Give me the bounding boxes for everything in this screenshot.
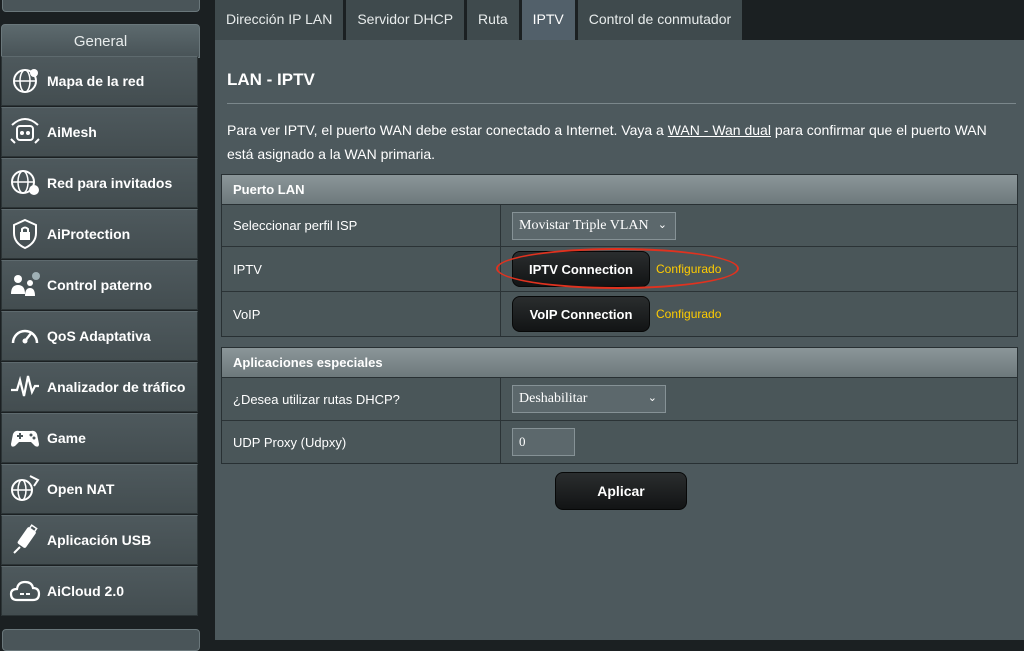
aimesh-icon xyxy=(10,118,40,144)
sidebar-top-panel xyxy=(2,0,200,12)
parental-control-icon xyxy=(11,272,40,296)
iptv-row: IPTV IPTV Connection Configurado xyxy=(222,246,1017,291)
dhcp-routes-select[interactable]: Deshabilitar ⌄ xyxy=(512,385,666,413)
sidebar-item-network-map[interactable]: Mapa de la red xyxy=(1,56,198,106)
description-text: Para ver IPTV, el puerto WAN debe estar … xyxy=(227,122,668,138)
sidebar-bottom-panel xyxy=(2,629,200,651)
tab-lan-ip[interactable]: Dirección IP LAN xyxy=(215,0,344,40)
page-description: Para ver IPTV, el puerto WAN debe estar … xyxy=(227,118,1017,166)
sidebar-menu: Mapa de la red AiMesh Red para invitados… xyxy=(1,56,198,617)
sidebar-item-label: AiProtection xyxy=(47,226,131,242)
sidebar-item-label: Red para invitados xyxy=(47,175,173,191)
sidebar-item-traffic-analyzer[interactable]: Analizador de tráfico xyxy=(1,362,198,412)
sidebar-item-usb-application[interactable]: Aplicación USB xyxy=(1,515,198,565)
dhcp-routes-value: Deshabilitar xyxy=(519,391,588,406)
isp-profile-label: Seleccionar perfil ISP xyxy=(222,205,501,246)
sidebar-item-aimesh[interactable]: AiMesh xyxy=(1,107,198,157)
shield-lock-icon xyxy=(13,218,37,250)
wan-dual-link[interactable]: WAN - Wan dual xyxy=(668,122,771,138)
main-panel: LAN - IPTV Para ver IPTV, el puerto WAN … xyxy=(215,40,1024,640)
isp-profile-row: Seleccionar perfil ISP Movistar Triple V… xyxy=(222,205,1017,246)
sidebar-item-label: Control paterno xyxy=(47,277,152,293)
sidebar-item-label: Game xyxy=(47,430,86,446)
guest-network-icon xyxy=(11,170,39,195)
isp-profile-select[interactable]: Movistar Triple VLAN ⌄ xyxy=(512,211,676,240)
network-map-icon xyxy=(13,69,38,93)
sidebar-item-label: Analizador de tráfico xyxy=(47,379,186,395)
sidebar-item-label: Mapa de la red xyxy=(47,73,145,89)
sidebar-item-label: Aplicación USB xyxy=(47,532,152,548)
tab-dhcp-server[interactable]: Servidor DHCP xyxy=(346,0,465,40)
chevron-down-icon: ⌄ xyxy=(647,391,657,404)
iptv-status: Configurado xyxy=(656,262,722,276)
sidebar-item-label: AiMesh xyxy=(47,124,97,140)
sidebar-item-aiprotection[interactable]: AiProtection xyxy=(1,209,198,259)
tab-route[interactable]: Ruta xyxy=(467,0,519,40)
sidebar-item-label: QoS Adaptativa xyxy=(47,328,151,344)
voip-connection-button[interactable]: VoIP Connection xyxy=(512,296,650,332)
sidebar: General Mapa de la red AiMesh Red para i… xyxy=(0,0,200,651)
lan-port-table: Puerto LAN Seleccionar perfil ISP Movist… xyxy=(221,174,1018,337)
sidebar-item-label: Open NAT xyxy=(47,481,115,497)
lan-port-header: Puerto LAN xyxy=(222,175,1017,205)
voip-status: Configurado xyxy=(656,307,722,321)
sidebar-item-label: AiCloud 2.0 xyxy=(47,583,125,599)
voip-row: VoIP VoIP Connection Configurado xyxy=(222,291,1017,336)
voip-label: VoIP xyxy=(222,292,501,336)
sidebar-item-game[interactable]: Game xyxy=(1,413,198,463)
dhcp-routes-label: ¿Desea utilizar rutas DHCP? xyxy=(222,378,501,420)
title-divider xyxy=(227,103,1016,104)
open-nat-icon xyxy=(11,475,40,501)
isp-profile-value: Movistar Triple VLAN xyxy=(519,217,649,233)
tab-iptv[interactable]: IPTV xyxy=(521,0,575,40)
usb-icon xyxy=(13,524,38,554)
tab-switch-control[interactable]: Control de conmutador xyxy=(577,0,743,40)
qos-gauge-icon xyxy=(11,329,39,344)
sidebar-item-parental-control[interactable]: Control paterno xyxy=(1,260,198,310)
tab-bar: Dirección IP LAN Servidor DHCP Ruta IPTV… xyxy=(215,0,745,40)
udp-proxy-label: UDP Proxy (Udpxy) xyxy=(222,421,501,463)
traffic-analyzer-icon xyxy=(11,375,39,397)
special-apps-table: Aplicaciones especiales ¿Desea utilizar … xyxy=(221,347,1018,464)
udp-proxy-row: UDP Proxy (Udpxy) 0 xyxy=(222,420,1017,463)
apply-button[interactable]: Aplicar xyxy=(555,472,687,510)
dhcp-routes-row: ¿Desea utilizar rutas DHCP? Deshabilitar… xyxy=(222,378,1017,420)
sidebar-item-aicloud[interactable]: AiCloud 2.0 xyxy=(1,566,198,616)
sidebar-item-open-nat[interactable]: Open NAT xyxy=(1,464,198,514)
sidebar-item-guest-network[interactable]: Red para invitados xyxy=(1,158,198,208)
chevron-down-icon: ⌄ xyxy=(657,217,667,231)
sidebar-header: General xyxy=(1,24,200,58)
cloud-icon xyxy=(9,580,41,602)
sidebar-item-qos[interactable]: QoS Adaptativa xyxy=(1,311,198,361)
gamepad-icon xyxy=(11,430,39,447)
special-apps-header: Aplicaciones especiales xyxy=(222,348,1017,378)
page-title: LAN - IPTV xyxy=(227,70,315,89)
udp-proxy-input[interactable]: 0 xyxy=(512,428,575,456)
iptv-connection-button[interactable]: IPTV Connection xyxy=(512,251,650,287)
iptv-label: IPTV xyxy=(222,247,501,291)
